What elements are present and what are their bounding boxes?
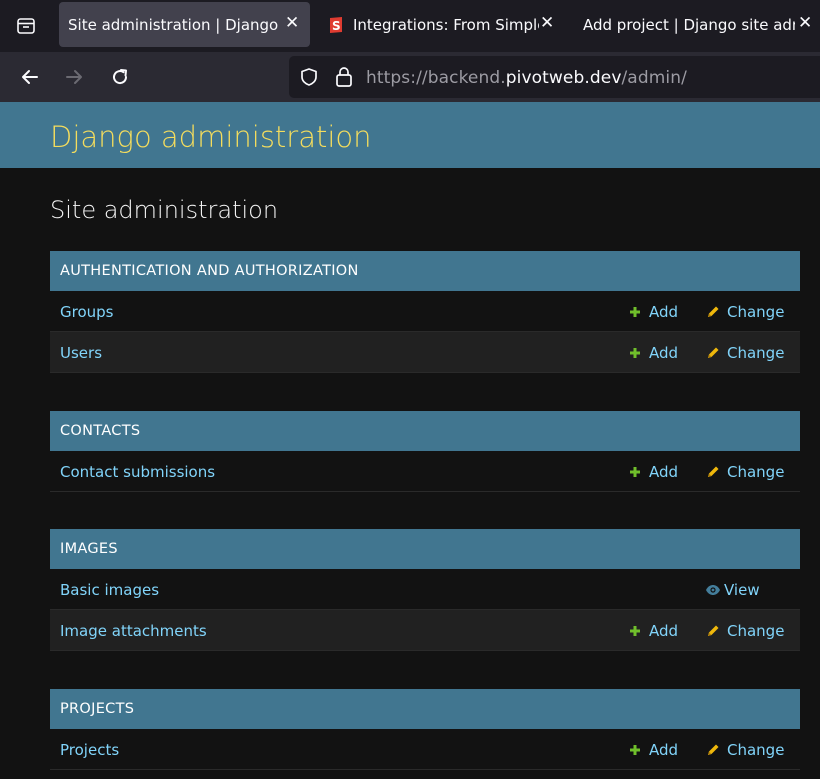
back-button[interactable] (15, 62, 45, 92)
add-label: Add (649, 622, 679, 640)
model-link-users[interactable]: Users (60, 344, 102, 362)
tab-label: Site administration | Django site admin (68, 15, 278, 34)
model-link-image-attachments[interactable]: Image attachments (60, 622, 207, 640)
forward-button[interactable] (59, 62, 89, 92)
browser-tab-bar: Site administration | Django site admin … (0, 0, 820, 52)
svg-text:S: S (332, 19, 341, 33)
close-tab-icon[interactable]: ✕ (285, 13, 299, 33)
site-favicon-icon: S (327, 16, 345, 34)
tab-label: Integrations: From Simple Django to Wagt… (353, 15, 539, 34)
model-link-projects[interactable]: Projects (60, 741, 119, 759)
tab-label: Add project | Django site admin (583, 15, 795, 34)
add-button[interactable]: Add (628, 741, 678, 759)
add-button[interactable]: Add (628, 463, 678, 481)
pencil-icon (706, 465, 720, 479)
page-title: Site administration (50, 196, 279, 224)
change-label: Change (727, 344, 785, 362)
pencil-icon (706, 624, 720, 638)
add-button[interactable]: Add (628, 622, 678, 640)
tab-site-administration[interactable]: Site administration | Django site admin … (59, 2, 310, 47)
forward-arrow-icon (66, 70, 82, 84)
table-row: Contact submissions Add Change (50, 451, 800, 492)
tab-add-project[interactable]: Add project | Django site admin ✕ (566, 2, 820, 47)
change-button[interactable]: Change (706, 344, 784, 362)
add-button[interactable]: Add (628, 303, 678, 321)
view-label: View (724, 581, 760, 599)
site-branding[interactable]: Django administration (50, 120, 372, 154)
url-text[interactable]: https://backend.pivotweb.dev/admin/ (366, 68, 687, 88)
url-domain: pivotweb.dev (505, 68, 622, 88)
pencil-icon (706, 346, 720, 360)
plus-icon (628, 465, 642, 479)
change-button[interactable]: Change (706, 741, 784, 759)
module-authentication: AUTHENTICATION AND AUTHORIZATION Groups … (50, 251, 800, 373)
module-contacts: CONTACTS Contact submissions Add Change (50, 411, 800, 492)
plus-icon (628, 346, 642, 360)
url-prefix: https://backend. (366, 68, 506, 88)
add-button[interactable]: Add (628, 344, 678, 362)
shield-icon[interactable] (299, 67, 319, 87)
table-row: Basic images View (50, 569, 800, 610)
reload-icon (113, 69, 128, 85)
model-link-basic-images[interactable]: Basic images (60, 581, 159, 599)
module-images: IMAGES Basic images View Image attachmen… (50, 529, 800, 651)
change-label: Change (727, 463, 785, 481)
url-path: /admin/ (621, 68, 687, 88)
tab-integrations[interactable]: S Integrations: From Simple Django to Wa… (318, 2, 558, 47)
model-link-groups[interactable]: Groups (60, 303, 113, 321)
module-caption[interactable]: IMAGES (50, 529, 800, 569)
module-caption[interactable]: AUTHENTICATION AND AUTHORIZATION (50, 251, 800, 291)
model-link-contact-submissions[interactable]: Contact submissions (60, 463, 215, 481)
main-content: Site administration AUTHENTICATION AND A… (0, 168, 820, 779)
close-tab-icon[interactable]: ✕ (540, 13, 554, 33)
table-row: Groups Add Change (50, 291, 800, 332)
change-label: Change (727, 741, 785, 759)
module-projects: PROJECTS Projects Add Change (50, 689, 800, 770)
module-caption[interactable]: PROJECTS (50, 689, 800, 729)
change-button[interactable]: Change (706, 622, 784, 640)
pencil-icon (706, 743, 720, 757)
view-button[interactable]: View (705, 581, 760, 599)
firefox-view-button[interactable] (6, 6, 46, 46)
lock-icon[interactable] (334, 66, 354, 88)
change-label: Change (727, 622, 785, 640)
module-caption[interactable]: CONTACTS (50, 411, 800, 451)
browser-navigation-bar: https://backend.pivotweb.dev/admin/ (0, 52, 820, 102)
plus-icon (628, 743, 642, 757)
table-row: Projects Add Change (50, 729, 800, 770)
close-tab-icon[interactable]: ✕ (798, 13, 812, 33)
back-arrow-icon (22, 70, 38, 84)
pencil-icon (706, 305, 720, 319)
change-label: Change (727, 303, 785, 321)
add-label: Add (649, 303, 679, 321)
table-row: Users Add Change (50, 332, 800, 373)
firefox-view-icon (17, 18, 35, 34)
reload-button[interactable] (105, 62, 135, 92)
change-button[interactable]: Change (706, 303, 784, 321)
add-label: Add (649, 344, 679, 362)
plus-icon (628, 624, 642, 638)
table-row: Image attachments Add Change (50, 610, 800, 651)
eye-icon (705, 583, 721, 597)
add-label: Add (649, 741, 679, 759)
django-header: Django administration (0, 102, 820, 168)
add-label: Add (649, 463, 679, 481)
change-button[interactable]: Change (706, 463, 784, 481)
address-bar[interactable]: https://backend.pivotweb.dev/admin/ (289, 56, 820, 98)
plus-icon (628, 305, 642, 319)
